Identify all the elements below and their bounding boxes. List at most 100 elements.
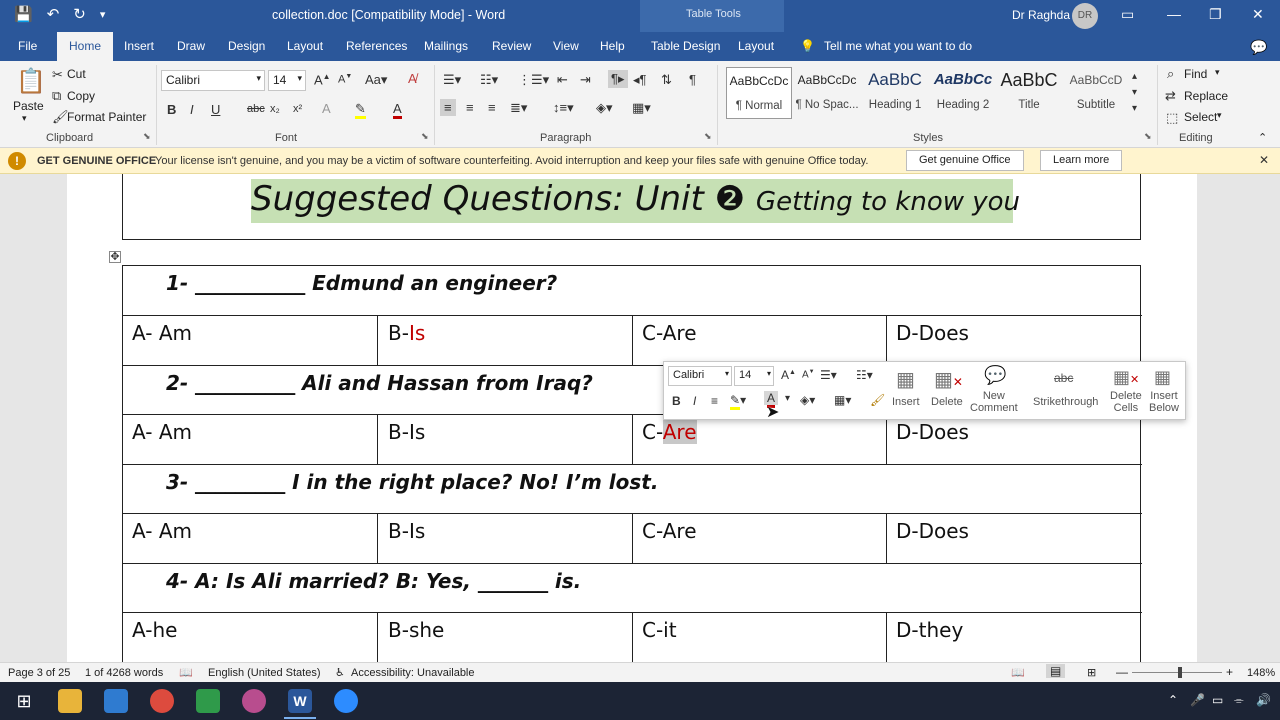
mini-font-size[interactable]: 14 ▾ (734, 366, 774, 386)
lightbulb-icon[interactable]: 💡 (800, 39, 815, 53)
shading-icon[interactable]: ◈▾ (800, 393, 815, 407)
option-3d[interactable]: D-Does (896, 519, 969, 543)
bullets-icon[interactable]: ☰▾ (820, 368, 837, 382)
align-center-icon[interactable]: ≡ (466, 100, 474, 115)
change-case-icon[interactable]: Aa▾ (365, 72, 387, 88)
close-icon[interactable]: ✕ (1252, 6, 1264, 23)
tab-insert[interactable]: Insert (124, 39, 154, 53)
insert-below-label[interactable]: Insert Below (1149, 390, 1179, 414)
tab-home[interactable]: Home (57, 32, 114, 61)
proofing-icon[interactable]: 📖 (179, 666, 193, 679)
option-4a[interactable]: A-he (132, 618, 177, 642)
text-effects-icon[interactable]: A (322, 101, 331, 116)
subscript-icon[interactable]: x₂ (270, 103, 280, 115)
option-1d[interactable]: D-Does (896, 321, 969, 345)
option-2a[interactable]: A- Am (132, 420, 192, 444)
page-count[interactable]: Page 3 of 25 (8, 667, 70, 679)
learn-more-button[interactable]: Learn more (1040, 150, 1123, 171)
multilevel-list-icon[interactable]: ⋮☰▾ (518, 72, 549, 88)
tab-mailings[interactable]: Mailings (424, 39, 468, 53)
font-size-box[interactable]: 14 ▾ (268, 70, 306, 91)
tab-draw[interactable]: Draw (177, 39, 205, 53)
styles-launcher-icon[interactable]: ⬊ (1144, 131, 1152, 142)
format-painter-button[interactable]: Format Painter (67, 110, 146, 124)
cut-button[interactable]: Cut (67, 67, 86, 81)
network-icon[interactable]: ⌯ (1234, 693, 1244, 708)
tab-table-design[interactable]: Table Design (651, 39, 720, 53)
bold-icon[interactable]: B (672, 394, 681, 408)
underline-icon[interactable]: U (211, 102, 220, 117)
chevron-down-icon[interactable]: ▾ (785, 393, 790, 404)
increase-indent-icon[interactable]: ⇥ (580, 72, 591, 88)
mini-font-name[interactable]: Calibri ▾ (668, 366, 732, 386)
paste-button[interactable]: Paste (13, 99, 44, 113)
delete-cells-icon[interactable]: ▦✕ (1113, 367, 1139, 388)
highlight-color-icon[interactable]: ✎▾ (730, 393, 746, 410)
tab-references[interactable]: References (346, 39, 407, 53)
justify-icon[interactable]: ≣▾ (510, 100, 527, 116)
font-name-box[interactable]: Calibri ▾ (161, 70, 265, 91)
select-icon[interactable]: ⬚ (1166, 110, 1178, 126)
numbering-icon[interactable]: ☷▾ (480, 72, 498, 88)
insert-label[interactable]: Insert (892, 396, 920, 408)
rtl-icon[interactable]: ◂¶ (633, 72, 647, 88)
clipboard-launcher-icon[interactable]: ⬊ (143, 131, 151, 142)
word-icon[interactable]: W (288, 689, 312, 713)
style-subtitle[interactable]: AaBbCcD Subtitle (1063, 67, 1129, 119)
bold-icon[interactable]: B (167, 102, 176, 117)
microphone-icon[interactable]: 🎤 (1190, 693, 1205, 707)
copy-icon[interactable]: ⧉ (52, 88, 61, 104)
print-layout-icon[interactable]: ▤ (1046, 664, 1066, 678)
line-spacing-icon[interactable]: ↕≡▾ (553, 100, 574, 116)
question-3[interactable]: 3- _________ I in the right place? No! I… (166, 470, 658, 494)
format-painter-icon[interactable]: 🖌 (870, 393, 885, 407)
tell-me-search[interactable]: Tell me what you want to do (824, 39, 972, 53)
grow-font-icon[interactable]: A▲ (314, 72, 331, 87)
bullets-icon[interactable]: ☰▾ (443, 72, 461, 88)
grow-font-icon[interactable]: A▲ (781, 368, 796, 382)
accessibility-status[interactable]: Accessibility: Unavailable (351, 667, 475, 679)
decrease-indent-icon[interactable]: ⇤ (557, 72, 568, 88)
find-button[interactable]: Find (1184, 67, 1207, 81)
show-marks-icon[interactable]: ¶ (689, 72, 696, 87)
paragraph-launcher-icon[interactable]: ⬊ (704, 131, 712, 142)
delete-cells-label[interactable]: Delete Cells (1110, 390, 1142, 414)
option-3b[interactable]: B-Is (388, 519, 425, 543)
copy-button[interactable]: Copy (67, 89, 95, 103)
borders-icon[interactable]: ▦▾ (834, 393, 851, 407)
tab-view[interactable]: View (553, 39, 579, 53)
unit-heading[interactable]: Suggested Questions: Unit ❷ Getting to k… (251, 179, 1020, 219)
avatar[interactable]: DR (1072, 3, 1098, 29)
snipping-tool-icon[interactable] (242, 689, 266, 713)
cut-icon[interactable]: ✂ (52, 67, 63, 83)
option-4c[interactable]: C-it (642, 618, 677, 642)
question-2[interactable]: 2- __________ Ali and Hassan from Iraq? (166, 371, 593, 395)
option-4d[interactable]: D-they (896, 618, 963, 642)
ribbon-display-icon[interactable]: ▭ (1121, 6, 1134, 23)
option-3c[interactable]: C-Are (642, 519, 697, 543)
zoom-out-icon[interactable]: — (1116, 665, 1128, 679)
zoom-slider[interactable] (1132, 672, 1222, 673)
find-icon[interactable]: ⌕ (1167, 66, 1174, 82)
save-icon[interactable]: 💾 (14, 6, 33, 24)
option-2d[interactable]: D-Does (896, 420, 969, 444)
styles-scroll-icon[interactable]: ▴ ▾ ▾ (1132, 69, 1137, 117)
chevron-down-icon[interactable]: ▾ (1217, 110, 1222, 121)
style-no-spacing[interactable]: AaBbCcDc ¶ No Spac... (794, 67, 860, 119)
tab-design[interactable]: Design (228, 39, 265, 53)
italic-icon[interactable]: I (190, 102, 194, 117)
style-heading-1[interactable]: AaBbC Heading 1 (862, 67, 928, 119)
option-2b[interactable]: B-Is (388, 420, 425, 444)
tab-layout[interactable]: Layout (287, 39, 323, 53)
font-launcher-icon[interactable]: ⬊ (421, 131, 429, 142)
start-icon[interactable]: ⊞ (12, 689, 36, 713)
collapse-ribbon-icon[interactable]: ⌃ (1258, 131, 1267, 144)
highlight-color-icon[interactable]: ✎ (355, 101, 366, 119)
option-1b[interactable]: B-Is (388, 321, 425, 345)
language[interactable]: English (United States) (208, 667, 321, 679)
camtasia-icon[interactable] (196, 689, 220, 713)
tab-file[interactable]: File (18, 39, 37, 53)
paste-dropdown-icon[interactable]: ▾ (22, 113, 27, 124)
select-button[interactable]: Select (1184, 110, 1217, 124)
chrome-icon[interactable] (150, 689, 174, 713)
